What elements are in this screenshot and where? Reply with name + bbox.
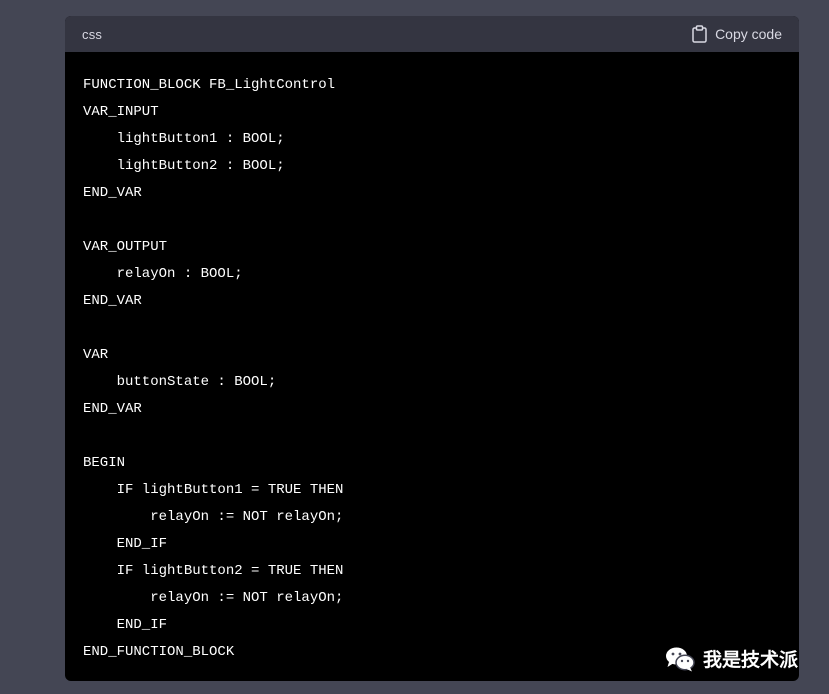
code-block: css Copy code FUNCTION_BLOCK FB_LightCon…	[65, 16, 799, 681]
watermark-text: 我是技术派	[703, 649, 799, 671]
code-line: lightButton1 : BOOL;	[83, 131, 285, 147]
code-content: FUNCTION_BLOCK FB_LightControl VAR_INPUT…	[65, 52, 799, 666]
code-line: VAR_OUTPUT	[83, 239, 168, 255]
code-line: buttonState : BOOL;	[83, 374, 277, 390]
code-line: IF lightButton2 = TRUE THEN	[83, 563, 344, 579]
code-line: VAR_INPUT	[83, 104, 159, 120]
code-line: FUNCTION_BLOCK FB_LightControl	[83, 77, 336, 93]
clipboard-icon	[692, 25, 707, 43]
code-block-header: css Copy code	[65, 16, 799, 52]
code-line: END_VAR	[83, 401, 142, 417]
code-line: END_IF	[83, 536, 168, 552]
code-line: lightButton2 : BOOL;	[83, 158, 285, 174]
copy-code-label: Copy code	[715, 26, 782, 42]
code-line: VAR	[83, 347, 109, 363]
copy-code-button[interactable]: Copy code	[692, 25, 782, 43]
code-line: relayOn : BOOL;	[83, 266, 243, 282]
code-line: relayOn := NOT relayOn;	[83, 509, 344, 525]
code-line: IF lightButton1 = TRUE THEN	[83, 482, 344, 498]
code-line: END_VAR	[83, 293, 142, 309]
code-line: END_IF	[83, 617, 168, 633]
code-line: relayOn := NOT relayOn;	[83, 590, 344, 606]
code-line: BEGIN	[83, 455, 126, 471]
code-language-label: css	[82, 26, 103, 42]
code-line: END_VAR	[83, 185, 142, 201]
watermark: 我是技术派	[665, 645, 798, 672]
wechat-icon	[665, 646, 695, 672]
